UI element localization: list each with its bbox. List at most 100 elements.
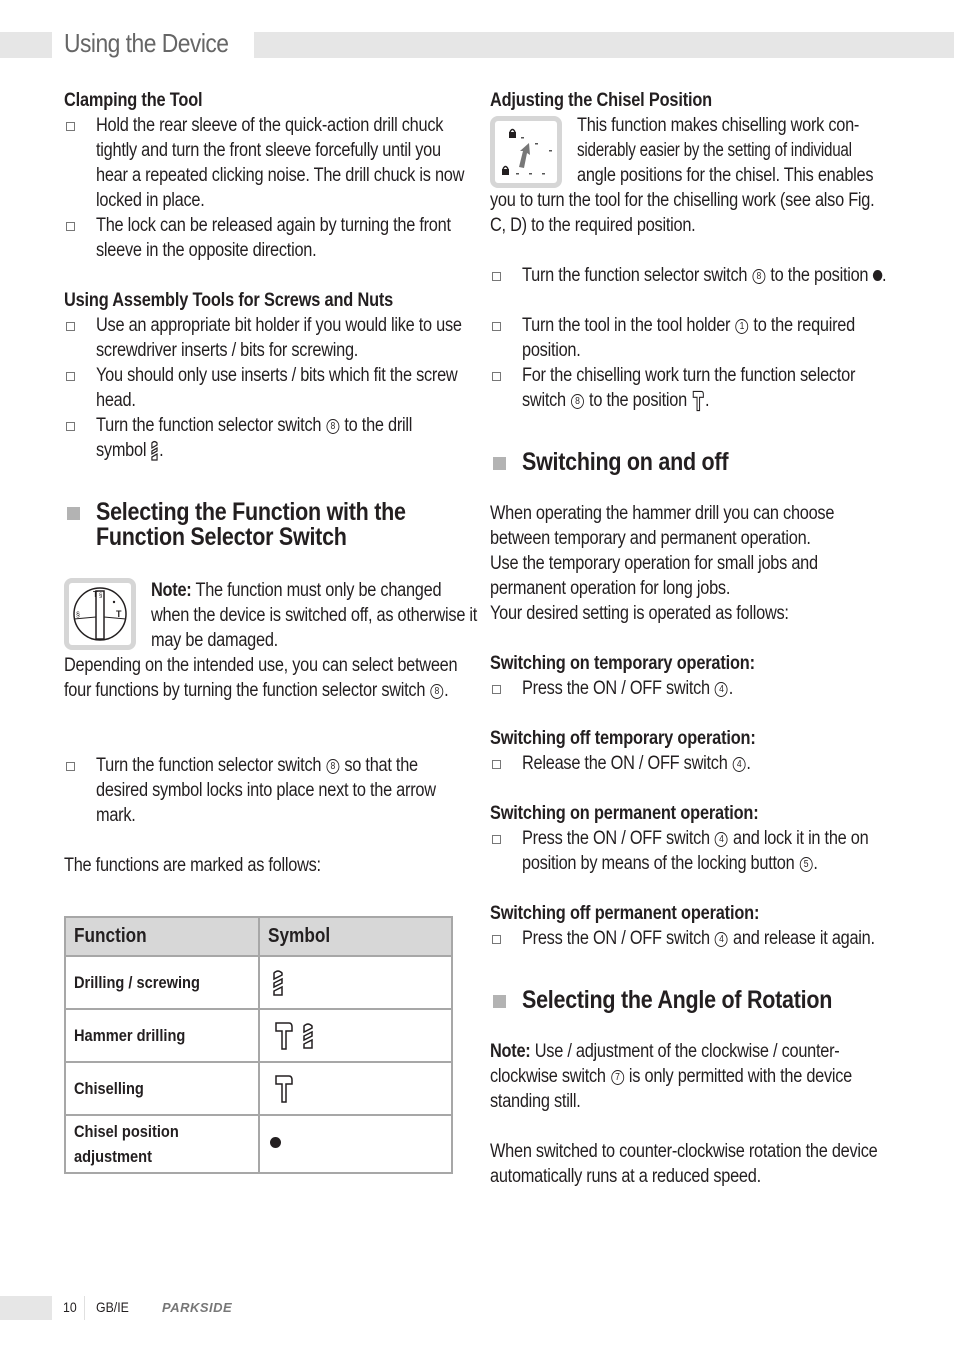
list-item: Use an appropriate bit holder if you wou… bbox=[64, 313, 464, 363]
chisel-rotation-arrow-icon bbox=[502, 128, 552, 175]
chisel-intro-line2: siderably easier by the setting of indiv… bbox=[577, 140, 852, 161]
table-header-function: Function bbox=[64, 916, 260, 957]
function-paragraph: Depending on the intended use, you can s… bbox=[64, 655, 458, 701]
off-perm-heading: Switching off permanent operation: bbox=[490, 903, 760, 924]
table-row: Drilling / screwing bbox=[64, 955, 453, 1010]
table-row: Hammer drilling bbox=[64, 1008, 453, 1063]
section-title-line2: Function Selector Switch bbox=[96, 523, 347, 551]
text-fragment: Press the ON / OFF switch bbox=[522, 928, 710, 949]
symbol-cell bbox=[258, 1008, 453, 1063]
function-note: Note: The function must only be changed … bbox=[151, 578, 478, 653]
dot-icon bbox=[270, 1137, 281, 1148]
list-item-text: Turn the tool in the tool holder 1 to th… bbox=[522, 313, 892, 363]
footer-divider bbox=[84, 1296, 85, 1320]
text-fragment: Release the ON / OFF switch bbox=[522, 753, 728, 774]
list-item: Turn the function selector switch 8 to t… bbox=[64, 413, 464, 463]
header-bar-left bbox=[0, 32, 52, 58]
list-item-text: The lock can be released again by turnin… bbox=[96, 215, 451, 261]
bullet-square-icon bbox=[66, 122, 75, 131]
selector-dial-icon: T § T § bbox=[73, 587, 127, 641]
header-text: Function bbox=[74, 925, 147, 947]
text-fragment: Depending on the intended use, you can s… bbox=[64, 655, 458, 701]
text-fragment: to the position bbox=[589, 390, 687, 411]
bullet-square-icon bbox=[66, 372, 75, 381]
note-label: Note: bbox=[490, 1041, 531, 1062]
symbol-cell bbox=[258, 955, 453, 1010]
list-item: Press the ON / OFF switch 4 and release … bbox=[490, 926, 890, 951]
locale-label: GB/IE bbox=[96, 1299, 129, 1315]
dot-icon bbox=[872, 270, 883, 281]
svg-text:T: T bbox=[116, 609, 122, 619]
list-item: You should only use inserts / bits which… bbox=[64, 363, 464, 413]
svg-text:§: § bbox=[76, 612, 80, 619]
list-item: Hold the rear sleeve of the quick-action… bbox=[64, 113, 464, 213]
page-title: Using the Device bbox=[64, 28, 229, 58]
list-item-text: Press the ON / OFF switch 4 and lock it … bbox=[522, 828, 869, 874]
hammer-icon bbox=[692, 390, 704, 412]
text-fragment: to the position bbox=[770, 265, 869, 286]
drill-bit-icon bbox=[303, 1022, 314, 1049]
bullet-square-icon bbox=[492, 835, 501, 844]
assembly-heading: Using Assembly Tools for Screws and Nuts bbox=[64, 290, 394, 311]
reference-number-8: 8 bbox=[326, 419, 340, 434]
chisel-heading: Adjusting the Chisel Position bbox=[490, 90, 712, 111]
switching-section-heading: Switching on and off bbox=[490, 450, 890, 475]
cell-text: Drilling / screwing bbox=[74, 973, 200, 992]
bullet-square-icon bbox=[492, 760, 501, 769]
section-square-icon bbox=[493, 457, 506, 470]
right-column: Adjusting the Chisel Position This funct… bbox=[490, 86, 890, 1189]
bullet-square-icon bbox=[492, 372, 501, 381]
clamping-heading: Clamping the Tool bbox=[64, 90, 203, 111]
reference-number-8: 8 bbox=[430, 684, 444, 699]
bullet-square-icon bbox=[66, 762, 75, 771]
bullet-square-icon bbox=[492, 272, 501, 281]
function-cell: Drilling / screwing bbox=[64, 955, 260, 1010]
reference-number-4: 4 bbox=[732, 757, 746, 772]
on-temp-list: Press the ON / OFF switch 4. bbox=[490, 676, 890, 701]
bullet-square-icon bbox=[492, 685, 501, 694]
chisel-list: Turn the function selector switch 8 to t… bbox=[490, 263, 890, 413]
reference-number-8: 8 bbox=[752, 269, 766, 284]
left-column: Clamping the Tool Hold the rear sleeve o… bbox=[64, 86, 477, 878]
header-bar-right bbox=[254, 32, 954, 58]
reference-number-7: 7 bbox=[610, 1070, 624, 1085]
svg-text:T: T bbox=[93, 590, 98, 599]
list-item-text: Press the ON / OFF switch 4 and release … bbox=[522, 926, 892, 951]
rotation-paragraph: When switched to counter-clockwise rotat… bbox=[490, 1141, 878, 1187]
reference-number-5: 5 bbox=[799, 857, 813, 872]
function-selector-icon: T § T § bbox=[64, 578, 136, 650]
bullet-square-icon bbox=[66, 222, 75, 231]
table-header-row: Function Symbol bbox=[64, 916, 453, 957]
table-header-symbol: Symbol bbox=[258, 916, 453, 957]
list-item-text: Turn the function selector switch 8 to t… bbox=[522, 265, 887, 286]
cell-text: Chiselling bbox=[74, 1079, 144, 1098]
off-temp-heading: Switching off temporary operation: bbox=[490, 728, 756, 749]
chisel-position-icon bbox=[490, 116, 562, 188]
list-item: The lock can be released again by turnin… bbox=[64, 213, 464, 263]
list-item-text: Release the ON / OFF switch 4. bbox=[522, 753, 751, 774]
reference-number-8: 8 bbox=[571, 394, 584, 409]
paragraph: Use the temporary operation for small jo… bbox=[490, 553, 818, 599]
cell-text-line2: adjustment bbox=[74, 1147, 152, 1166]
hammer-icon bbox=[275, 1021, 293, 1050]
function-cell: Chiselling bbox=[64, 1061, 260, 1116]
list-item: Turn the function selector switch 8 to t… bbox=[490, 263, 890, 313]
bullet-square-icon bbox=[66, 322, 75, 331]
list-item-text: Turn the function selector switch 8 so t… bbox=[96, 753, 466, 828]
cell-text: Hammer drilling bbox=[74, 1026, 186, 1045]
note-label: Note: bbox=[151, 580, 192, 601]
reference-number-8: 8 bbox=[326, 759, 340, 774]
rotation-note: Note: Use / adjustment of the clockwise … bbox=[490, 1039, 890, 1114]
bullet-square-icon bbox=[492, 935, 501, 944]
chisel-intro-line3: angle positions for the chisel. This ena… bbox=[577, 165, 874, 186]
svg-text:§: § bbox=[99, 593, 102, 599]
list-item: Turn the tool in the tool holder 1 to th… bbox=[490, 313, 890, 363]
paragraph: When operating the hammer drill you can … bbox=[490, 503, 835, 549]
on-perm-heading: Switching on permanent operation: bbox=[490, 803, 759, 824]
chisel-intro-block: This function makes chiselling work con-… bbox=[490, 113, 890, 238]
hammer-icon bbox=[275, 1074, 293, 1103]
list-item: Press the ON / OFF switch 4. bbox=[490, 676, 890, 701]
assembly-list: Use an appropriate bit holder if you wou… bbox=[64, 313, 464, 463]
list-item-text: Hold the rear sleeve of the quick-action… bbox=[96, 115, 465, 211]
section-square-icon bbox=[67, 507, 80, 520]
